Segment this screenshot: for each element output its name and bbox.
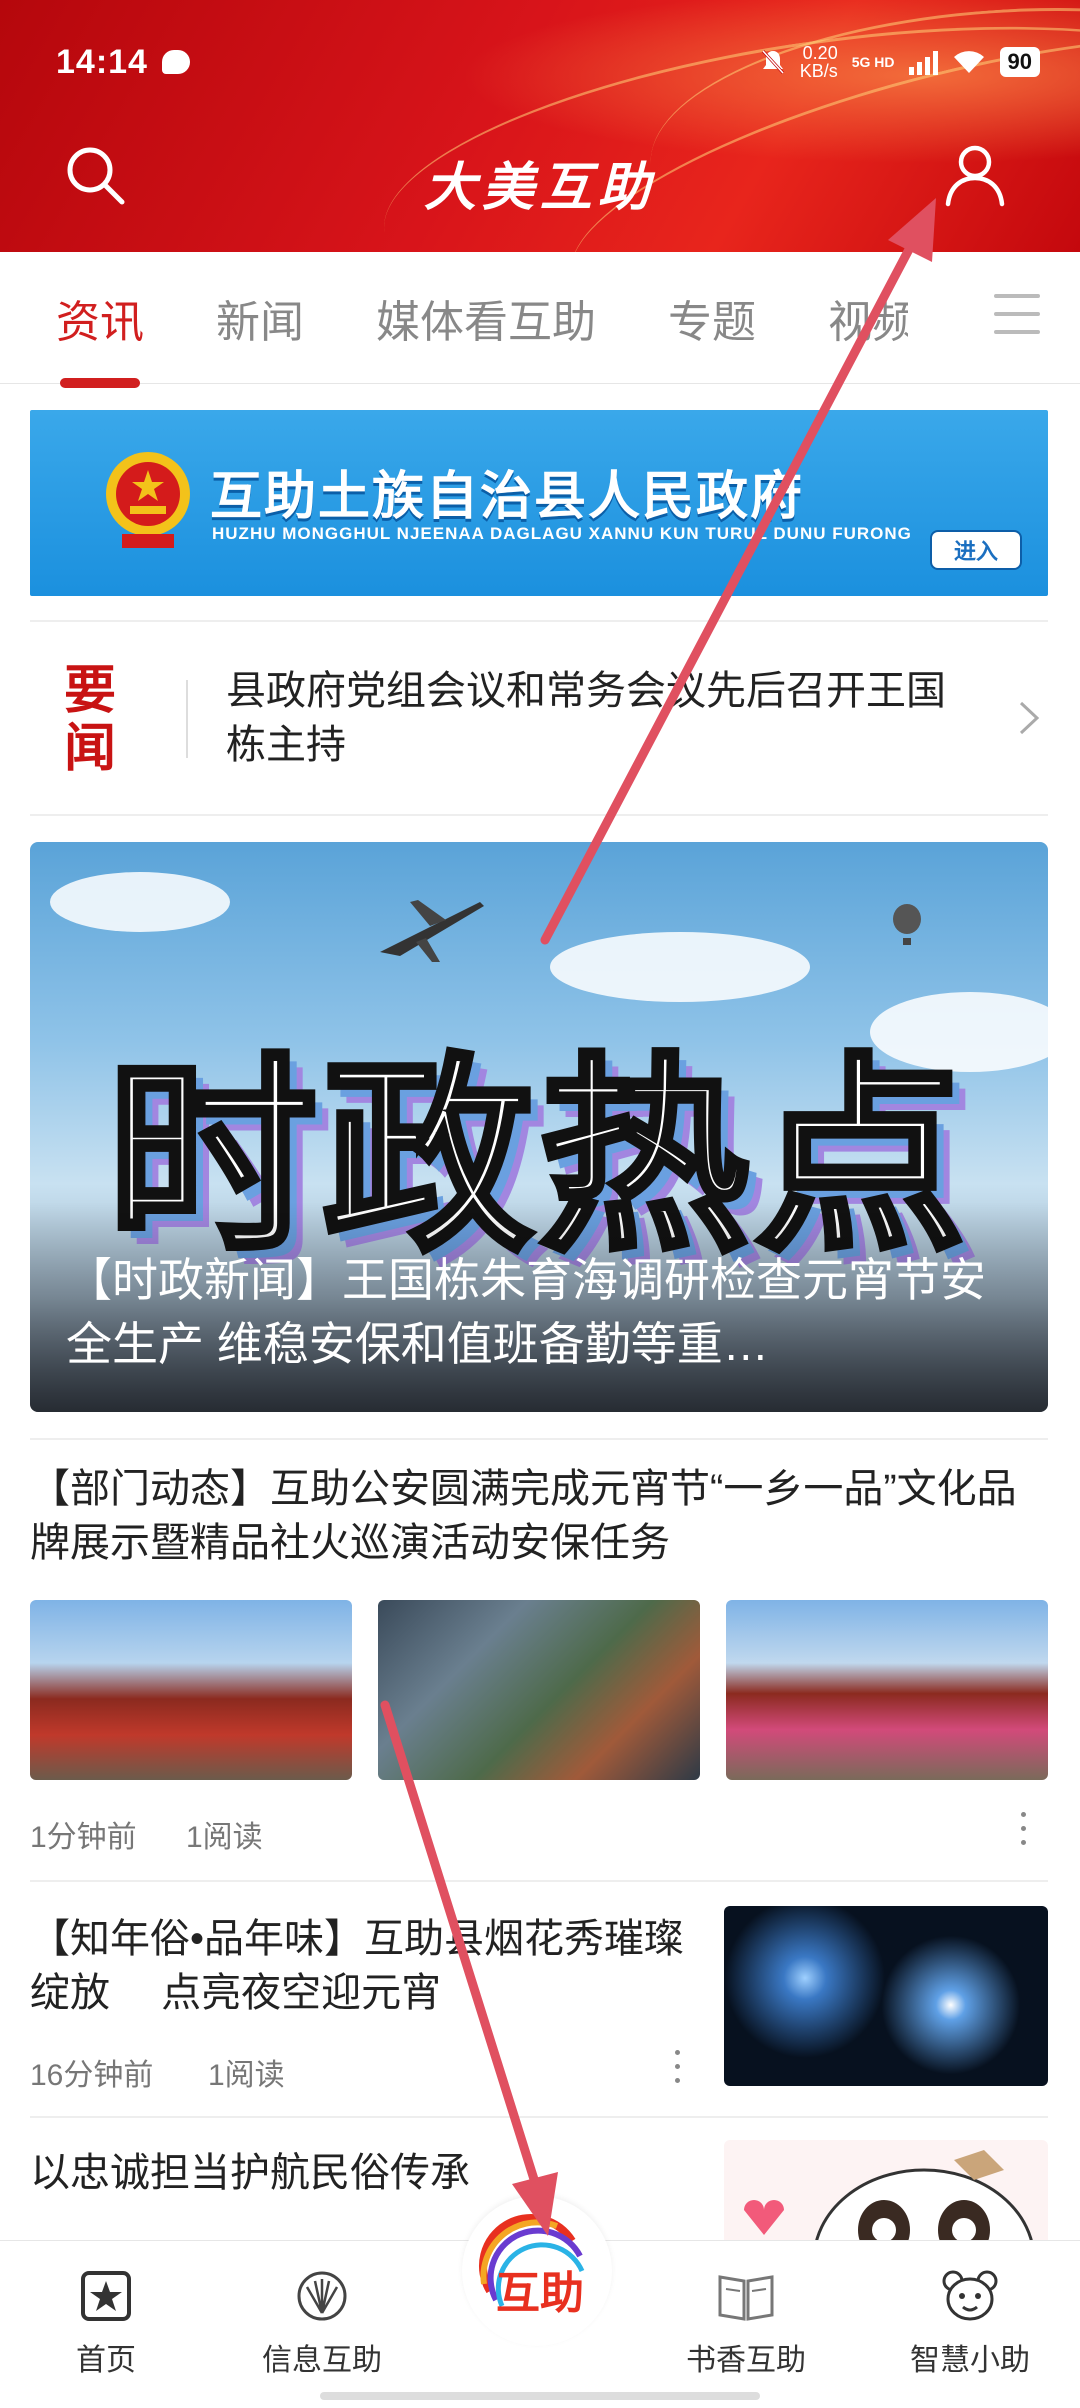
article-thumbnail[interactable] bbox=[724, 2140, 1048, 2250]
tab-meiti[interactable]: 媒体看互助 bbox=[376, 286, 596, 350]
category-tabs: 资讯 新闻 媒体看互助 专题 视频 bbox=[0, 252, 1080, 388]
book-icon bbox=[718, 2275, 774, 2321]
signal-icon bbox=[908, 49, 938, 75]
huzhu-logo-icon: 互助 bbox=[479, 2213, 585, 2318]
nav-books[interactable]: 书香互助 bbox=[656, 2269, 836, 2379]
article-reads: 1阅读 bbox=[208, 2059, 285, 2092]
star-square-icon bbox=[81, 2271, 131, 2321]
chevron-right-icon[interactable] bbox=[1018, 700, 1040, 736]
banner-title: 互助土族自治县人民政府 bbox=[210, 468, 805, 526]
airplane-icon bbox=[380, 900, 484, 962]
article-time: 1分钟前 bbox=[30, 1821, 137, 1854]
cloud-decoration bbox=[50, 872, 230, 932]
more-options-icon[interactable] bbox=[672, 2050, 682, 2090]
nav-label: 智慧小助 bbox=[910, 2344, 1030, 2377]
status-time: 14:14 bbox=[56, 42, 148, 81]
fan-icon bbox=[297, 2271, 347, 2321]
nav-info[interactable]: 信息互助 bbox=[232, 2269, 412, 2379]
more-options-icon[interactable] bbox=[1018, 1812, 1028, 1852]
article-reads: 1阅读 bbox=[186, 1821, 263, 1854]
article-thumbnail[interactable] bbox=[378, 1600, 700, 1780]
article-thumbnail[interactable] bbox=[726, 1600, 1048, 1780]
government-banner[interactable]: 互助土族自治县人民政府 HUZHU MONGGHUL NJEENAA DAGLA… bbox=[30, 410, 1048, 596]
wifi-icon bbox=[953, 51, 984, 73]
user-profile-icon[interactable] bbox=[940, 140, 1010, 210]
app-header: 14:14 0.20 KB/s 5G HD 90 大美互助 bbox=[0, 0, 1080, 252]
panda-illustration bbox=[744, 2150, 1035, 2250]
nav-label: 书香互助 bbox=[686, 2344, 806, 2377]
network-speed-unit: KB/s bbox=[799, 61, 838, 81]
nav-home[interactable]: 首页 bbox=[16, 2269, 196, 2379]
message-notification-icon bbox=[161, 50, 190, 74]
battery-level: 90 bbox=[999, 47, 1040, 77]
status-bar: 14:14 0.20 KB/s 5G HD 90 bbox=[56, 38, 1040, 86]
nav-huzhu-center-button[interactable]: 互助 bbox=[462, 2196, 612, 2346]
tab-zixun[interactable]: 资讯 bbox=[56, 286, 144, 388]
article-time: 16分钟前 bbox=[30, 2059, 154, 2092]
article-title[interactable]: 以忠诚担当护航民俗传承 bbox=[30, 2146, 710, 2200]
hero-caption: 【时政新闻】王国栋朱育海调研检查元宵节安全生产 维稳安保和值班备勤等重… bbox=[66, 1254, 986, 1370]
article-thumbnail[interactable] bbox=[30, 1600, 352, 1780]
divider bbox=[30, 620, 1048, 622]
network-type: 5G HD bbox=[851, 54, 895, 70]
tab-zhuanti[interactable]: 专题 bbox=[668, 286, 756, 350]
bear-icon bbox=[942, 2270, 998, 2321]
divider bbox=[30, 1880, 1048, 1882]
article-title[interactable]: 【知年俗•品年味】互助县烟花秀璀璨绽放 点亮夜空迎元宵 bbox=[30, 1912, 710, 2020]
nav-label: 首页 bbox=[76, 2344, 136, 2377]
hot-air-balloon-icon bbox=[893, 904, 921, 945]
article-title[interactable]: 【部门动态】互助公安圆满完成元宵节“一乡一品”文化品牌展示暨精品社火巡演活动安保… bbox=[30, 1462, 1050, 1570]
network-speed-value: 0.20 bbox=[802, 43, 838, 63]
network-speed: 0.20 KB/s bbox=[800, 44, 838, 80]
divider bbox=[30, 2116, 1048, 2118]
divider bbox=[30, 814, 1048, 816]
mute-bell-icon bbox=[761, 49, 784, 75]
tab-shipin[interactable]: 视频 bbox=[828, 286, 908, 350]
headline-text[interactable]: 县政府党组会议和常务会议先后召开王国栋主持 bbox=[226, 664, 966, 772]
article-thumbnail[interactable] bbox=[724, 1906, 1048, 2086]
hero-news-card[interactable]: 时政热点 【时政新闻】王国栋朱育海调研检查元宵节安全生产 维稳安保和值班备勤等重… bbox=[30, 842, 1048, 1412]
divider bbox=[186, 680, 188, 758]
nav-label: 信息互助 bbox=[262, 2344, 382, 2377]
banner-enter-button[interactable]: 进入 bbox=[930, 530, 1022, 570]
home-indicator bbox=[320, 2392, 760, 2400]
tab-xinwen[interactable]: 新闻 bbox=[216, 286, 304, 350]
huzhu-logo-text: 互助 bbox=[496, 2269, 584, 2318]
tabs-menu-icon[interactable] bbox=[994, 294, 1040, 338]
yaowen-tag: 要闻 bbox=[63, 660, 116, 779]
banner-subtitle: HUZHU MONGGHUL NJEENAA DAGLAGU XANNU KUN… bbox=[212, 524, 912, 543]
app-title: 大美互助 bbox=[423, 157, 656, 218]
national-emblem-icon bbox=[106, 452, 190, 548]
divider bbox=[30, 1438, 1048, 1440]
nav-assistant[interactable]: 智慧小助 bbox=[880, 2269, 1060, 2379]
